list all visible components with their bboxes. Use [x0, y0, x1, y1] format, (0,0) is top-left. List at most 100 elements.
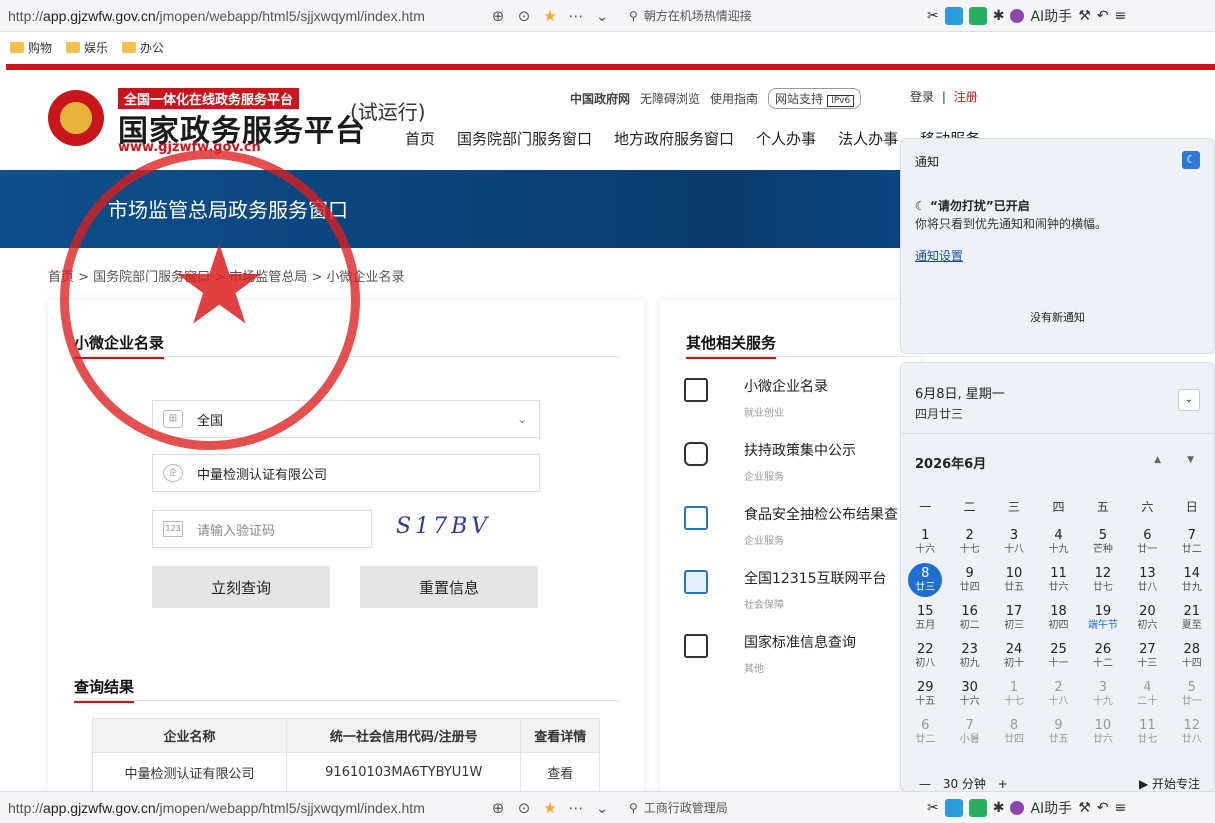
chevron-down-icon[interactable]: ⌄ [589, 7, 615, 25]
calendar-day[interactable]: 25 十一 [1036, 637, 1080, 675]
calendar-day[interactable]: 11 廿七 [1125, 713, 1169, 751]
calendar-day[interactable]: 6 廿一 [1125, 523, 1169, 561]
calendar-day[interactable]: 1 十七 [992, 675, 1036, 713]
calendar-day[interactable]: 7 廿二 [1170, 523, 1214, 561]
more-icon[interactable]: ⋯ [563, 7, 589, 25]
chevron-down-icon[interactable]: ⌄ [589, 799, 615, 817]
calendar-day[interactable]: 5 芒种 [1081, 523, 1125, 561]
calendar-day[interactable]: 10 廿六 [1081, 713, 1125, 751]
calendar-day[interactable]: 23 初九 [947, 637, 991, 675]
calendar-day[interactable]: 26 十二 [1081, 637, 1125, 675]
zoom-icon[interactable]: ⊕ [485, 799, 511, 817]
calendar-day[interactable]: 8 廿四 [992, 713, 1036, 751]
broom-icon[interactable]: ⚒ [1078, 8, 1091, 24]
calendar-day[interactable]: 13 廿八 [1125, 561, 1169, 599]
calendar-day[interactable]: 30 十六 [947, 675, 991, 713]
app-icon-green[interactable] [968, 6, 987, 25]
nav-home[interactable]: 首页 [405, 128, 435, 149]
calendar-day[interactable]: 29 十五 [903, 675, 947, 713]
menu-icon[interactable]: ≡ [1114, 800, 1126, 816]
scissors-icon[interactable]: ✂ [927, 800, 939, 816]
calendar-day[interactable]: 12 廿七 [1081, 561, 1125, 599]
bookmark-shopping[interactable]: 购物 [10, 39, 52, 56]
calendar-day[interactable]: 2 十八 [1036, 675, 1080, 713]
calendar-day[interactable]: 14 廿九 [1170, 561, 1214, 599]
start-focus-button[interactable]: ▶ 开始专注 [1139, 775, 1200, 792]
ai-icon[interactable] [1010, 8, 1025, 23]
calendar-day[interactable]: 9 廿五 [1036, 713, 1080, 751]
undo-icon[interactable]: ↶ [1097, 800, 1109, 816]
reset-button[interactable]: 重置信息 [360, 566, 538, 608]
calendar-day-today[interactable]: 8 廿三 [908, 563, 943, 597]
zoom-icon[interactable]: ⊕ [485, 7, 511, 25]
address-bar[interactable]: http://app.gjzwfw.gov.cn/jmopen/webapp/h… [0, 800, 485, 816]
nav-local-gov[interactable]: 地方政府服务窗口 [614, 128, 734, 149]
app-icon-blue[interactable] [944, 6, 963, 25]
calendar-day[interactable]: 3 十九 [1081, 675, 1125, 713]
calendar-day[interactable]: 9 廿四 [947, 561, 991, 599]
calendar-day[interactable]: 20 初六 [1125, 599, 1169, 637]
chevron-down-icon[interactable]: ⌄ [1178, 389, 1200, 411]
company-name-input[interactable]: 企 中量检测认证有限公司 [152, 454, 540, 492]
star-icon[interactable]: ★ [537, 799, 563, 817]
calendar-day[interactable]: 3 十八 [992, 523, 1036, 561]
captcha-input[interactable]: 123 请输入验证码 [152, 510, 372, 548]
nav-personal[interactable]: 个人办事 [756, 128, 816, 149]
calendar-day[interactable]: 11 廿六 [1036, 561, 1080, 599]
calendar-day[interactable]: 27 十三 [1125, 637, 1169, 675]
guide-link[interactable]: 使用指南 [710, 90, 758, 107]
accessibility-link[interactable]: 无障碍浏览 [640, 90, 700, 107]
calendar-day[interactable]: 18 初四 [1036, 599, 1080, 637]
dnd-toggle-icon[interactable]: ☾ [1182, 151, 1200, 169]
calendar-day[interactable]: 1 十六 [903, 523, 947, 561]
query-button[interactable]: 立刻查询 [152, 566, 330, 608]
app-icon-green[interactable] [968, 798, 987, 817]
ai-assistant-label[interactable]: AI助手 [1030, 798, 1072, 818]
undo-icon[interactable]: ↶ [1097, 8, 1109, 24]
broom-icon[interactable]: ⚒ [1078, 800, 1091, 816]
bookmark-office[interactable]: 办公 [122, 39, 164, 56]
view-link[interactable]: 查看 [520, 752, 600, 793]
next-month-icon[interactable]: ▼ [1187, 455, 1194, 465]
calendar-day[interactable]: 2 十七 [947, 523, 991, 561]
calendar-month[interactable]: 2026年6月 [915, 453, 986, 472]
login-link[interactable]: 登录 [910, 90, 934, 104]
calendar-day[interactable]: 10 廿五 [992, 561, 1036, 599]
notification-settings-link[interactable]: 通知设置 [915, 247, 963, 264]
menu-icon[interactable]: ≡ [1114, 8, 1126, 24]
puzzle-icon[interactable]: ✱ [993, 800, 1005, 816]
register-link[interactable]: 注册 [954, 90, 978, 104]
calendar-day[interactable]: 15 五月 [903, 599, 947, 637]
focus-minus-button[interactable]: — [919, 777, 931, 791]
app-icon-blue[interactable] [944, 798, 963, 817]
calendar-day[interactable]: 28 十四 [1170, 637, 1214, 675]
puzzle-icon[interactable]: ✱ [993, 8, 1005, 24]
captcha-image[interactable]: S17BV [396, 514, 491, 539]
more-icon[interactable]: ⋯ [563, 799, 589, 817]
calendar-day[interactable]: 12 廿八 [1170, 713, 1214, 751]
nav-corporate[interactable]: 法人办事 [838, 128, 898, 149]
calendar-day[interactable]: 22 初八 [903, 637, 947, 675]
ai-icon[interactable] [1010, 800, 1025, 815]
search-box[interactable]: ⚲ 朝方在机场热情迎接 [629, 7, 919, 24]
calendar-day[interactable]: 21 夏至 [1170, 599, 1214, 637]
calendar-day[interactable]: 5 廿一 [1170, 675, 1214, 713]
calendar-day[interactable]: 17 初三 [992, 599, 1036, 637]
calendar-day[interactable]: 4 二十 [1125, 675, 1169, 713]
search-box[interactable]: ⚲ 工商行政管理局 [629, 799, 919, 816]
calendar-day[interactable]: 19 端午节 [1081, 599, 1125, 637]
calendar-day[interactable]: 24 初十 [992, 637, 1036, 675]
address-bar[interactable]: http://app.gjzwfw.gov.cn/jmopen/webapp/h… [0, 8, 485, 24]
prev-month-icon[interactable]: ▲ [1154, 455, 1161, 465]
bookmark-entertainment[interactable]: 娱乐 [66, 39, 108, 56]
gov-link[interactable]: 中国政府网 [570, 90, 630, 107]
extension-icon[interactable]: ⊙ [511, 7, 537, 25]
star-icon[interactable]: ★ [537, 7, 563, 25]
calendar-day[interactable]: 4 十九 [1036, 523, 1080, 561]
extension-icon[interactable]: ⊙ [511, 799, 537, 817]
calendar-day[interactable]: 7 小暑 [947, 713, 991, 751]
ai-assistant-label[interactable]: AI助手 [1030, 6, 1072, 26]
nav-state-council[interactable]: 国务院部门服务窗口 [457, 128, 592, 149]
calendar-day[interactable]: 6 廿二 [903, 713, 947, 751]
scissors-icon[interactable]: ✂ [927, 8, 939, 24]
